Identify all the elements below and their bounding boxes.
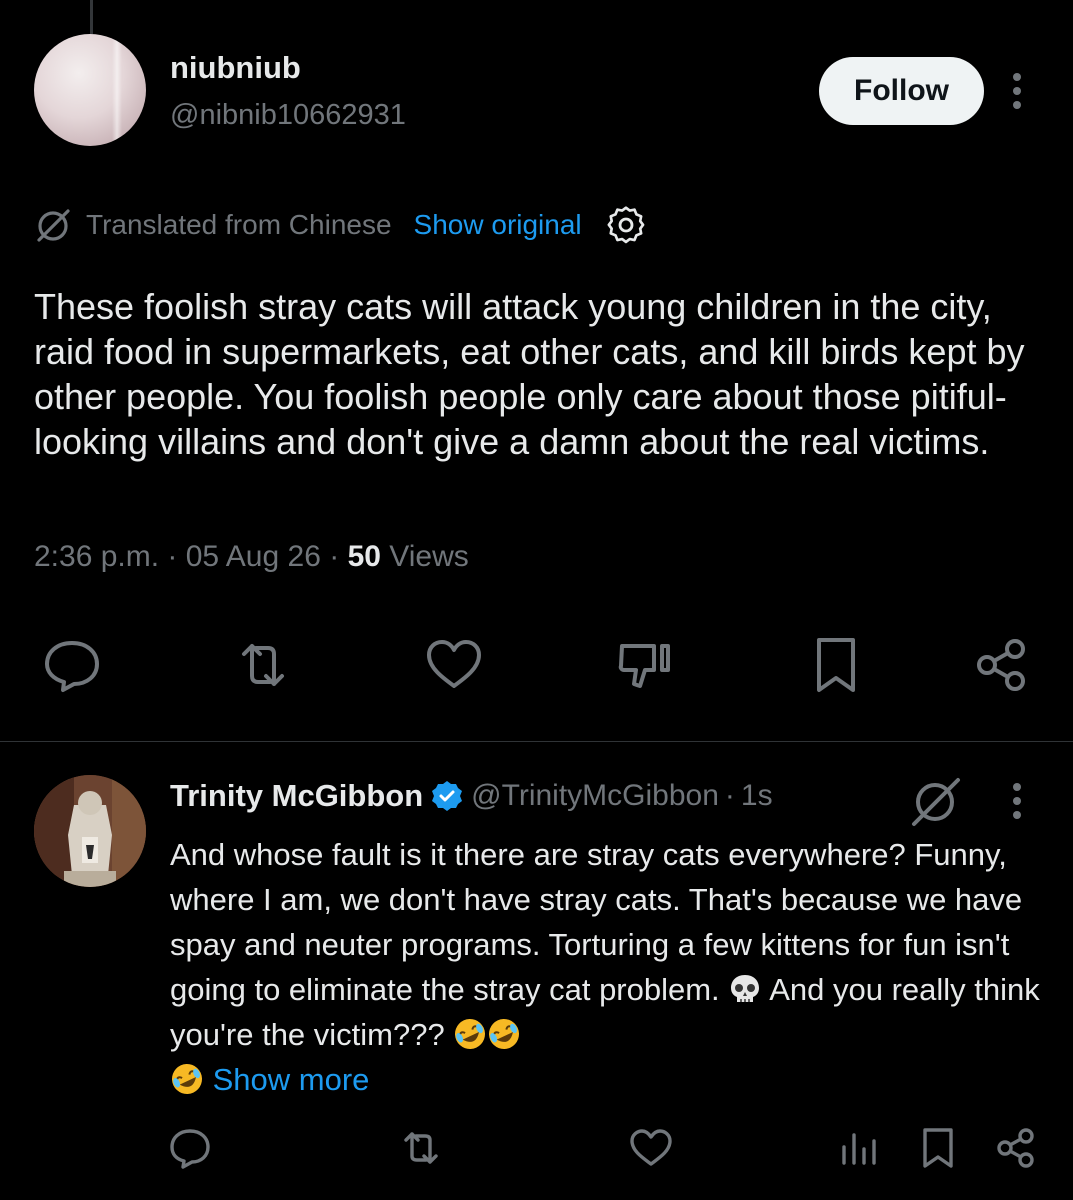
tweet-text: These foolish stray cats will attack you… — [34, 286, 1025, 462]
author-display-name[interactable]: niubniub — [170, 50, 301, 86]
share-icon[interactable] — [967, 630, 1037, 700]
thread-connector-line — [90, 0, 93, 34]
grok-icon — [34, 206, 72, 244]
reply-icon[interactable] — [162, 1120, 218, 1176]
show-original-link[interactable]: Show original — [414, 209, 582, 241]
dislike-icon[interactable] — [610, 630, 680, 700]
bookmark-icon[interactable] — [910, 1120, 966, 1176]
bookmark-icon[interactable] — [801, 630, 871, 700]
translation-bar: Translated from Chinese Show original — [34, 205, 646, 245]
tweet-time: 2:36 p.m. — [34, 540, 160, 573]
reply-display-name[interactable]: Trinity McGibbon — [170, 778, 423, 814]
like-icon[interactable] — [623, 1120, 679, 1176]
views-icon[interactable] — [831, 1120, 887, 1176]
translation-note: Translated from Chinese — [86, 209, 392, 240]
section-divider — [0, 741, 1073, 742]
repost-icon[interactable] — [228, 630, 298, 700]
grok-icon[interactable] — [910, 776, 962, 828]
meta-separator: · — [159, 540, 186, 573]
rolling-laughing-emoji — [487, 1017, 521, 1051]
views-label[interactable]: Views — [381, 540, 469, 573]
tweet-meta: 2:36 p.m. · 05 Aug 26 · 50 Views — [34, 540, 469, 574]
author-handle[interactable]: @nibnib10662931 — [170, 99, 406, 132]
reply-header: Trinity McGibbon @TrinityMcGibbon · 1s — [170, 776, 773, 816]
reply-more-options-icon[interactable] — [1003, 780, 1031, 822]
reply-separator: · — [724, 779, 735, 812]
meta-separator: · — [320, 540, 348, 573]
author-avatar[interactable] — [34, 34, 146, 146]
reply-author-avatar[interactable] — [34, 775, 146, 887]
views-count[interactable]: 50 — [348, 540, 381, 573]
show-more-link[interactable]: Show more — [213, 1062, 370, 1097]
share-icon[interactable] — [988, 1120, 1044, 1176]
rolling-laughing-emoji — [453, 1017, 487, 1051]
reply-handle[interactable]: @TrinityMcGibbon — [471, 779, 719, 813]
gear-icon[interactable] — [606, 205, 646, 245]
reply-text: And whose fault is it there are stray ca… — [170, 832, 1050, 1102]
rolling-laughing-emoji — [170, 1062, 204, 1096]
tweet-date: 05 Aug 26 — [185, 540, 321, 573]
follow-button[interactable]: Follow — [819, 57, 984, 125]
reply-action-bar — [0, 1120, 1073, 1180]
reply-icon[interactable] — [37, 630, 107, 700]
reply-timestamp[interactable]: 1s — [741, 779, 773, 813]
tweet-action-bar — [0, 630, 1073, 700]
repost-icon[interactable] — [393, 1120, 449, 1176]
like-icon[interactable] — [419, 630, 489, 700]
more-options-icon[interactable] — [1003, 70, 1031, 112]
skull-emoji — [728, 972, 762, 1006]
verified-badge-icon[interactable] — [431, 780, 463, 812]
